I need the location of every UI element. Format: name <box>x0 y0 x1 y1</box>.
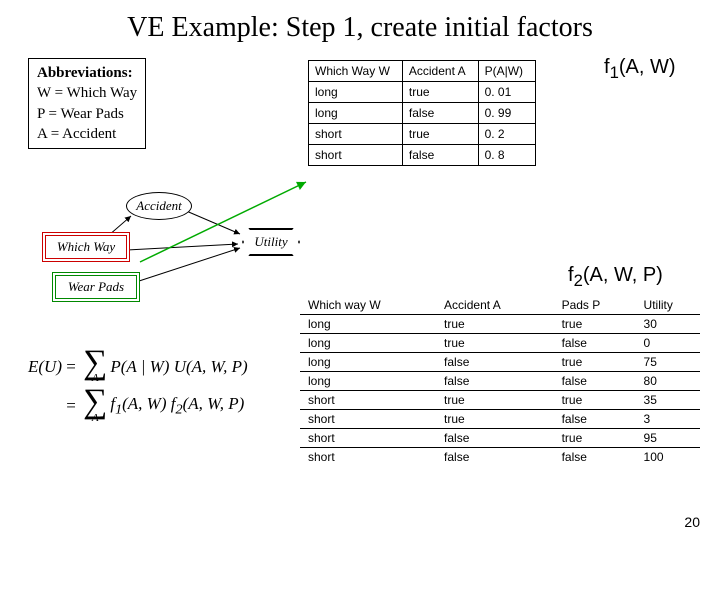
abbrev-line: A = Accident <box>37 124 137 144</box>
slide-title: VE Example: Step 1, create initial facto… <box>0 0 720 52</box>
abbreviations-box: Abbreviations: W = Which Way P = Wear Pa… <box>28 58 146 149</box>
abbrev-heading: Abbreviations: <box>37 63 137 83</box>
abbrev-line: P = Wear Pads <box>37 104 137 124</box>
abbrev-line: W = Which Way <box>37 83 137 103</box>
